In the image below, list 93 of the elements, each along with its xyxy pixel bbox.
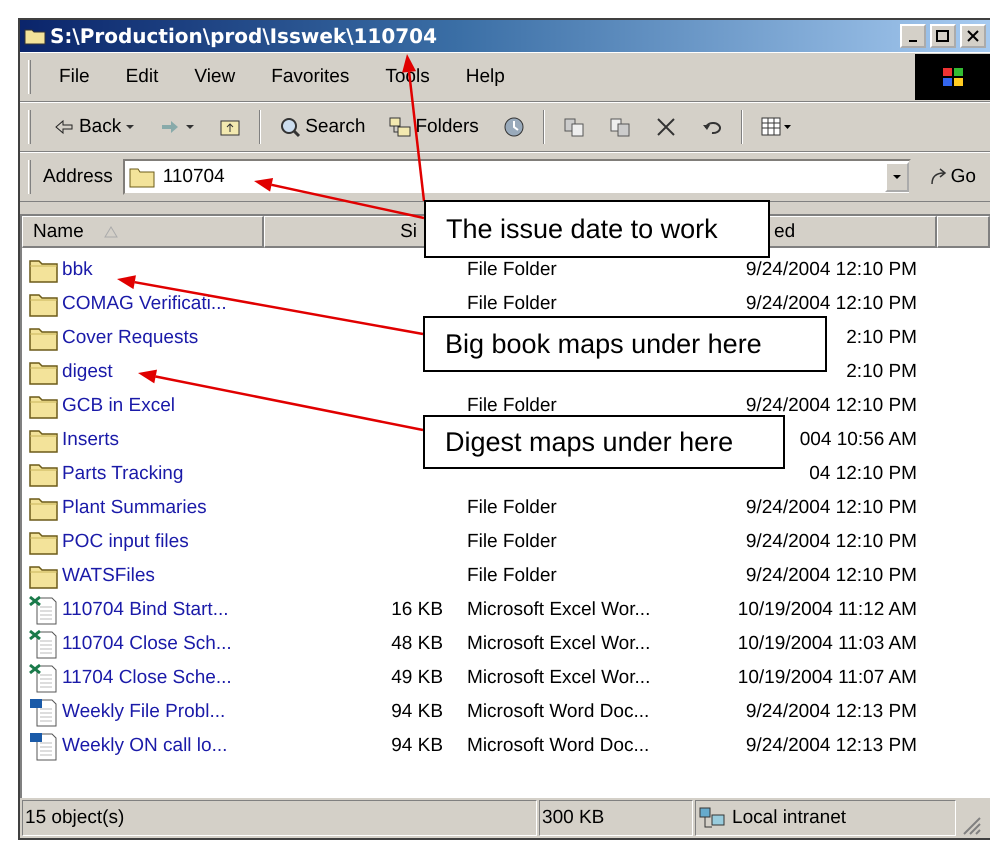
close-button[interactable] bbox=[960, 24, 986, 48]
file-type: File Folder bbox=[466, 565, 557, 587]
list-entry[interactable]: 110704 Bind Start... bbox=[22, 595, 264, 625]
date-modified: 9/24/2004 12:10 PM bbox=[746, 259, 918, 281]
list-entry[interactable]: Parts Tracking bbox=[22, 461, 264, 487]
folder-icon bbox=[128, 166, 155, 188]
go-button[interactable]: Go bbox=[914, 162, 990, 192]
callout-note: Digest maps under here bbox=[423, 415, 785, 469]
go-arrow-icon bbox=[928, 167, 949, 187]
file-type: Microsoft Excel Wor... bbox=[466, 667, 650, 689]
date-modified: 9/24/2004 12:10 PM bbox=[746, 395, 918, 417]
windows-logo-icon bbox=[915, 54, 990, 100]
search-button[interactable]: Search bbox=[269, 112, 376, 142]
date-modified: 10/19/2004 11:07 AM bbox=[738, 667, 918, 689]
file-size: 16 KB bbox=[391, 599, 444, 621]
date-modified: 9/24/2004 12:10 PM bbox=[746, 565, 918, 587]
list-entry[interactable]: digest bbox=[22, 359, 264, 385]
date-modified: 2:10 PM bbox=[846, 361, 918, 383]
date-modified: 004 10:56 AM bbox=[800, 429, 918, 451]
column-header[interactable]: ed bbox=[774, 220, 796, 242]
file-size: 48 KB bbox=[391, 633, 444, 655]
file-type: File Folder bbox=[466, 293, 557, 315]
date-modified: 9/24/2004 12:10 PM bbox=[746, 497, 918, 519]
document-file-icon bbox=[29, 697, 59, 727]
list-entry[interactable]: POC input files bbox=[22, 529, 264, 555]
folder-tree-icon bbox=[389, 116, 412, 138]
copy-to-icon bbox=[608, 116, 631, 138]
menu-item[interactable]: Edit bbox=[110, 62, 174, 92]
file-type: File Folder bbox=[466, 259, 557, 281]
maximize-icon bbox=[936, 30, 950, 42]
list-entry[interactable]: GCB in Excel bbox=[22, 393, 264, 419]
file-size: 94 KB bbox=[391, 701, 444, 723]
file-type: Microsoft Excel Wor... bbox=[466, 599, 650, 621]
address-field[interactable]: 110704 bbox=[122, 159, 911, 195]
date-modified: 2:10 PM bbox=[846, 327, 918, 349]
object-count: 15 object(s) bbox=[25, 807, 124, 829]
date-modified: 9/24/2004 12:10 PM bbox=[746, 293, 918, 315]
sort-arrow-icon bbox=[104, 226, 118, 238]
search-icon bbox=[279, 116, 302, 138]
date-modified: 10/19/2004 11:03 AM bbox=[738, 633, 918, 655]
file-size: 49 KB bbox=[391, 667, 444, 689]
dropdown-button[interactable] bbox=[884, 162, 909, 192]
address-label: Address bbox=[43, 166, 113, 188]
delete-icon bbox=[654, 116, 677, 138]
date-modified: 04 12:10 PM bbox=[809, 463, 918, 485]
spreadsheet-file-icon bbox=[29, 595, 59, 625]
date-modified: 9/24/2004 12:13 PM bbox=[746, 701, 918, 723]
list-entry[interactable]: Cover Requests bbox=[22, 325, 264, 351]
list-entry[interactable]: COMAG Verificati... bbox=[22, 291, 264, 317]
history-icon bbox=[502, 116, 525, 138]
file-size: 94 KB bbox=[391, 735, 444, 757]
list-entry[interactable]: WATSFiles bbox=[22, 563, 264, 589]
caret-icon bbox=[185, 123, 196, 131]
total-size: 300 KB bbox=[542, 807, 604, 829]
spreadsheet-file-icon bbox=[29, 629, 59, 659]
file-type: Microsoft Word Doc... bbox=[466, 735, 650, 757]
list-entry[interactable]: Weekly ON call lo... bbox=[22, 731, 264, 761]
move-to-icon bbox=[562, 116, 585, 138]
window-title: S:\Production\prod\Isswek\110704 bbox=[50, 24, 438, 48]
file-type: File Folder bbox=[466, 395, 557, 417]
menu-item[interactable]: Help bbox=[450, 62, 521, 92]
maximize-button[interactable] bbox=[930, 24, 956, 48]
close-icon bbox=[967, 30, 979, 42]
security-zone: Local intranet bbox=[732, 807, 846, 829]
file-type: File Folder bbox=[466, 497, 557, 519]
callout-note: Big book maps under here bbox=[423, 316, 827, 372]
document-file-icon bbox=[29, 731, 59, 761]
column-header[interactable]: Name bbox=[22, 216, 264, 248]
back-button[interactable]: Back bbox=[43, 112, 146, 142]
file-type: Microsoft Word Doc... bbox=[466, 701, 650, 723]
menu-item[interactable]: View bbox=[178, 62, 252, 92]
list-entry[interactable]: bbk bbox=[22, 257, 264, 283]
minimize-button[interactable] bbox=[900, 24, 926, 48]
list-entry[interactable]: 11704 Close Sche... bbox=[22, 663, 264, 693]
spreadsheet-file-icon bbox=[29, 663, 59, 693]
list-entry[interactable]: 110704 Close Sch... bbox=[22, 629, 264, 659]
date-modified: 9/24/2004 12:13 PM bbox=[746, 735, 918, 757]
caret-icon bbox=[892, 173, 902, 181]
folders-button[interactable]: Folders bbox=[379, 112, 489, 142]
column-header[interactable]: Si bbox=[400, 220, 417, 242]
file-type: File Folder bbox=[466, 531, 557, 553]
caret-icon bbox=[125, 123, 136, 131]
list-entry[interactable]: Inserts bbox=[22, 427, 264, 453]
minimize-icon bbox=[909, 40, 917, 42]
file-type: Microsoft Excel Wor... bbox=[466, 633, 650, 655]
date-modified: 9/24/2004 12:10 PM bbox=[746, 531, 918, 553]
callout-note: The issue date to work bbox=[424, 200, 770, 258]
list-entry[interactable]: Plant Summaries bbox=[22, 495, 264, 521]
list-entry[interactable]: Weekly File Probl... bbox=[22, 697, 264, 727]
menu-item[interactable]: File bbox=[43, 62, 106, 92]
date-modified: 10/19/2004 11:12 AM bbox=[738, 599, 918, 621]
folder-icon bbox=[24, 27, 46, 45]
menu-item[interactable]: Favorites bbox=[255, 62, 366, 92]
